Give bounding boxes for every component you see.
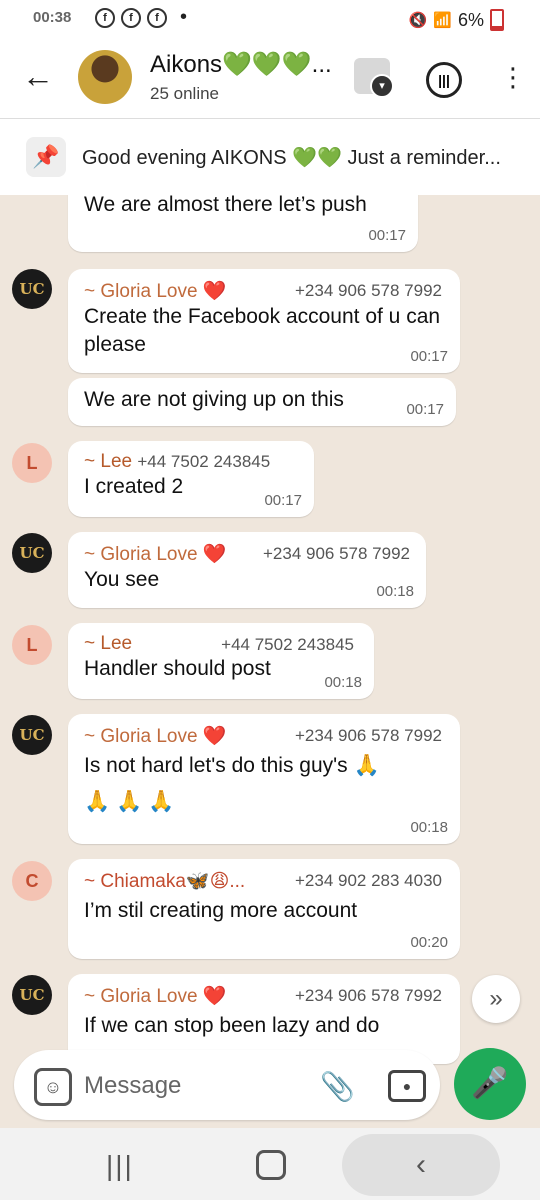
facebook-notification-icon: f [95, 8, 115, 28]
home-icon[interactable] [256, 1150, 286, 1180]
message-time: 00:18 [324, 674, 362, 691]
sender-phone: +234 906 578 7992 [294, 281, 442, 300]
message-text: If we can stop been lazy and do [84, 1014, 380, 1037]
scroll-to-bottom-icon[interactable]: » [472, 975, 520, 1023]
avatar[interactable]: UC [12, 269, 52, 309]
sender-phone: +234 906 578 7992 [294, 726, 442, 745]
wifi-icon: 📶 [433, 12, 452, 29]
status-right-group: 🔇 📶 6% [409, 9, 504, 31]
message-composer[interactable]: ☺ Message 📎 ● [14, 1050, 440, 1120]
message-text: I’m stil creating more account [84, 899, 358, 922]
message-bubble[interactable]: ~ Gloria Love ❤️ +234 906 578 7992 Creat… [68, 269, 460, 373]
message-bubble[interactable]: ~ Chiamaka🦋😩... +234 902 283 4030 I’m st… [68, 859, 460, 959]
status-bar: 00:38 f f f • 🔇 📶 6% [0, 0, 540, 38]
facebook-notification-icon: f [121, 8, 141, 28]
message-time: 00:17 [410, 348, 448, 365]
avatar[interactable]: UC [12, 533, 52, 573]
emoji-sticker-icon[interactable]: ☺ [34, 1068, 72, 1106]
avatar[interactable]: UC [12, 975, 52, 1015]
sender-name[interactable]: ~ Lee +44 7502 243845 [84, 451, 298, 473]
sender-name-text: ~ Lee [84, 451, 133, 472]
message-time: 00:17 [368, 227, 406, 244]
message-bubble[interactable]: We are almost there let’s push 00:17 [68, 195, 418, 252]
message-text: We are almost there let’s push [84, 195, 367, 216]
message-text: We are not giving up on this [84, 388, 344, 411]
message-bubble[interactable]: ~ Lee +44 7502 243845 I created 2 00:17 [68, 441, 314, 517]
pinned-text: Good evening AIKONS 💚💚 Just a reminder..… [82, 147, 501, 169]
pinned-message[interactable]: 📌 Good evening AIKONS 💚💚 Just a reminder… [0, 118, 540, 196]
message-time: 00:17 [406, 401, 444, 418]
system-nav-bar: ||| ‹ [0, 1128, 540, 1200]
sender-phone: +44 7502 243845 [221, 635, 354, 654]
message-text: Is not hard let's do this guy's 🙏 [84, 754, 380, 777]
message-time: 00:18 [410, 819, 448, 836]
message-text-emojis: 🙏 🙏 🙏 [84, 790, 175, 813]
recent-apps-icon[interactable]: ||| [106, 1150, 134, 1182]
battery-percent: 6% [457, 9, 484, 30]
back-arrow-icon[interactable]: ← [22, 60, 54, 92]
camera-icon[interactable]: ● [388, 1070, 426, 1102]
member-avatar-button[interactable]: ▾ [354, 58, 394, 98]
more-notifications-dot-icon: • [180, 6, 188, 28]
message-text: You see [84, 568, 160, 591]
message-bubble[interactable]: ~ Lee +44 7502 243845 Handler should pos… [68, 623, 374, 699]
message-time: 00:17 [264, 492, 302, 509]
message-time: 00:18 [376, 583, 414, 600]
avatar[interactable]: C [12, 861, 52, 901]
group-avatar[interactable] [78, 50, 132, 104]
avatar[interactable]: UC [12, 715, 52, 755]
sender-phone: +44 7502 243845 [137, 452, 271, 471]
vertical-dots-icon[interactable]: ⋮ [500, 64, 526, 90]
message-bubble[interactable]: ~ Gloria Love ❤️ +234 906 578 7992 Is no… [68, 714, 460, 844]
chevron-down-icon: ▾ [370, 74, 394, 98]
message-text: Create the Facebook account of u can ple… [84, 305, 441, 356]
nav-back-icon[interactable]: ‹ [342, 1134, 500, 1196]
sender-phone: +234 906 578 7992 [294, 986, 442, 1005]
group-title[interactable]: Aikons💚💚💚... [150, 50, 332, 79]
chat-area: We are almost there let’s push 00:17 UC … [0, 195, 540, 1130]
avatar[interactable]: L [12, 625, 52, 665]
online-count: 25 online [150, 84, 220, 103]
message-time: 00:20 [410, 934, 448, 951]
sender-phone: +234 902 283 4030 [294, 871, 442, 890]
sender-phone: +234 906 578 7992 [262, 544, 410, 563]
voice-chat-icon[interactable]: ||| [426, 62, 462, 98]
notification-icons: f f f [95, 8, 167, 28]
message-bubble[interactable]: ~ Gloria Love ❤️ +234 906 578 7992 You s… [68, 532, 426, 608]
pin-icon: 📌 [26, 137, 66, 177]
microphone-icon[interactable]: 🎤 [454, 1048, 526, 1120]
message-input[interactable]: Message [84, 1072, 181, 1100]
battery-icon [490, 9, 504, 31]
avatar[interactable]: L [12, 443, 52, 483]
chat-header: ← Aikons💚💚💚... 25 online ▾ ||| ⋮ [0, 38, 540, 118]
facebook-notification-icon: f [147, 8, 167, 28]
attach-icon[interactable]: 📎 [320, 1070, 355, 1103]
message-text: Handler should post [84, 657, 271, 680]
message-bubble[interactable]: We are not giving up on this 00:17 [68, 378, 456, 426]
mute-icon: 🔇 [408, 12, 428, 29]
